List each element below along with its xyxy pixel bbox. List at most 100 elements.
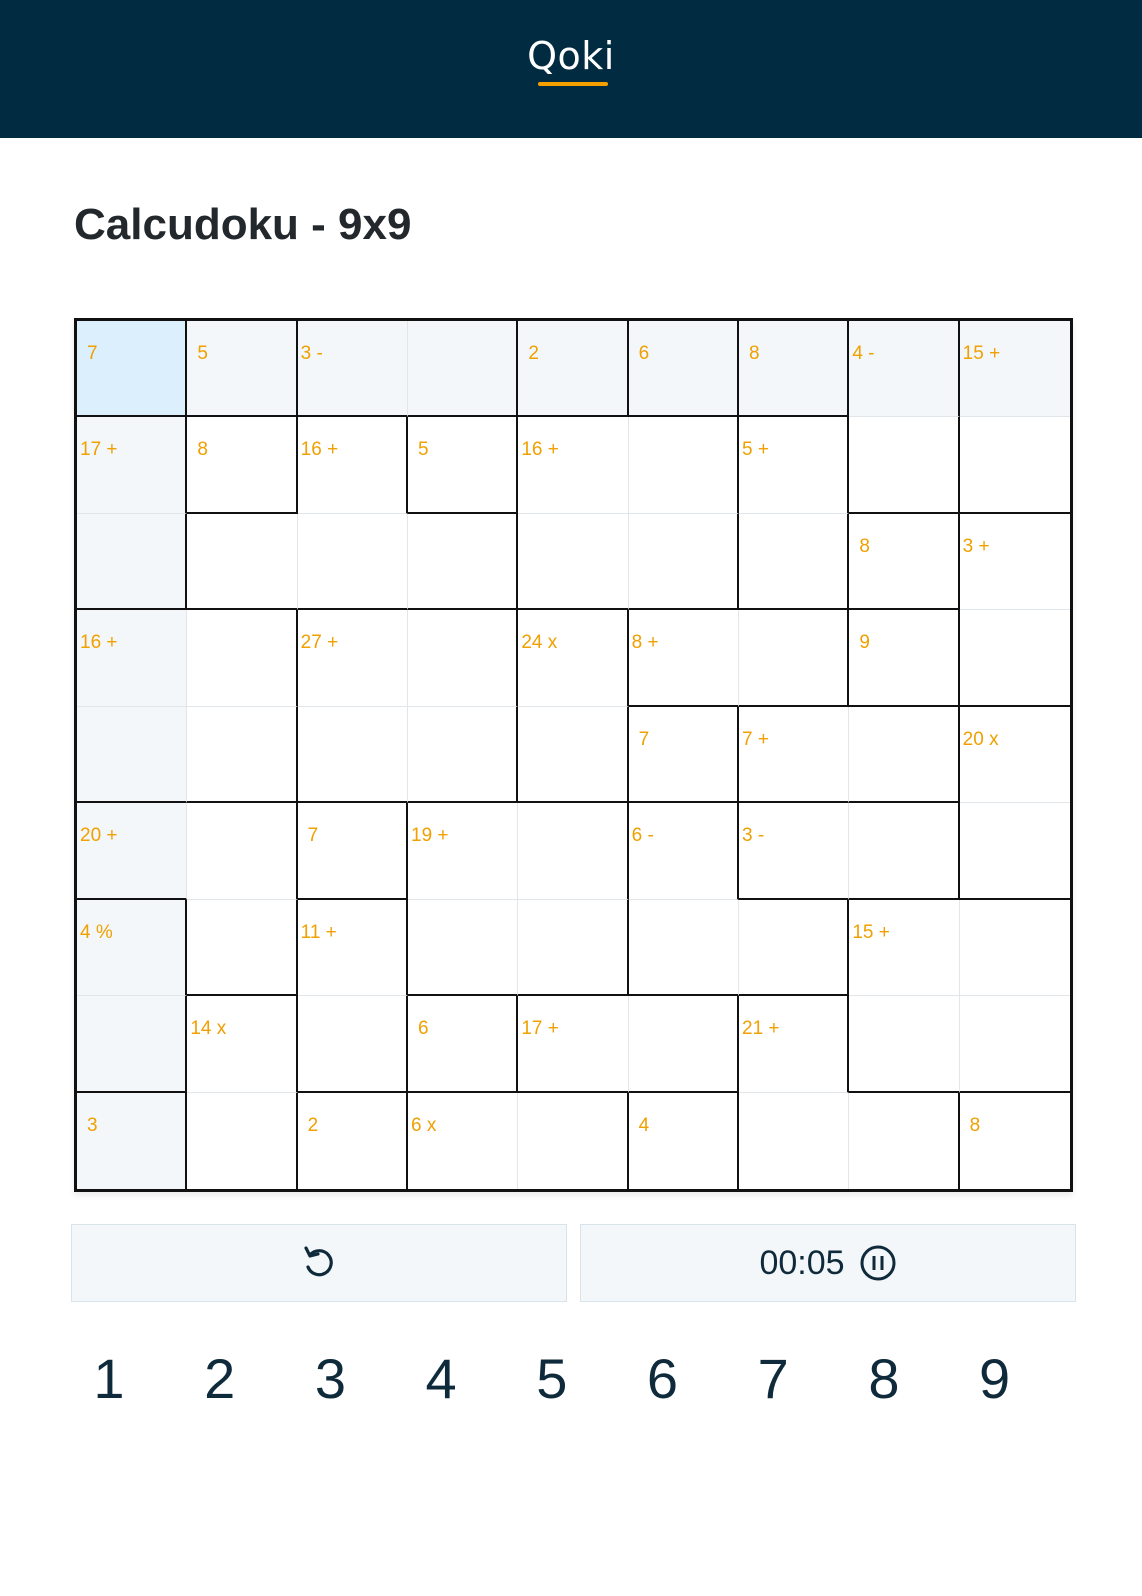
grid-cell[interactable]: 16 +	[77, 610, 188, 707]
number-key-2[interactable]: 2	[175, 1346, 265, 1411]
grid-cell[interactable]: 20 +	[77, 803, 188, 900]
grid-cell[interactable]: 5	[408, 417, 519, 514]
grid-cell[interactable]: 15 +	[959, 321, 1070, 418]
grid-cell[interactable]	[297, 513, 408, 611]
grid-cell[interactable]: 5	[187, 321, 298, 418]
grid-cell[interactable]	[77, 706, 188, 804]
grid-cell[interactable]: 7	[628, 706, 739, 804]
grid-cell[interactable]	[187, 899, 298, 997]
grid-cell[interactable]: 16 +	[297, 417, 408, 514]
grid-cell[interactable]: 8	[739, 321, 850, 418]
grid-cell[interactable]	[518, 803, 629, 900]
grid-cell[interactable]	[408, 706, 519, 804]
grid-cell[interactable]	[187, 706, 298, 804]
grid-cell[interactable]: 4	[628, 1092, 739, 1189]
number-pad: 123456789	[64, 1346, 1078, 1416]
grid-cell[interactable]	[187, 1092, 298, 1189]
grid-cell[interactable]	[739, 899, 850, 997]
grid-cell[interactable]: 7 +	[739, 706, 850, 804]
grid-cell[interactable]: 17 +	[518, 996, 629, 1093]
grid-cell[interactable]: 5 +	[739, 417, 850, 514]
grid-cell[interactable]	[959, 610, 1070, 707]
grid-cell[interactable]	[408, 899, 519, 997]
cage-label: 3	[87, 1114, 98, 1136]
grid-cell[interactable]	[849, 803, 960, 900]
grid-cell[interactable]: 4 %	[77, 899, 188, 997]
top-bar: Qoki	[0, 0, 1142, 138]
grid-cell[interactable]	[739, 513, 850, 611]
grid-cell[interactable]	[408, 513, 519, 611]
cage-label: 11 +	[300, 921, 337, 943]
number-key-9[interactable]: 9	[950, 1346, 1040, 1411]
grid-cell[interactable]	[959, 996, 1070, 1093]
grid-cell[interactable]	[518, 1092, 629, 1189]
grid-cell[interactable]	[297, 996, 408, 1093]
grid-cell[interactable]	[187, 610, 298, 707]
grid-cell[interactable]: 15 +	[849, 899, 960, 997]
number-key-6[interactable]: 6	[618, 1346, 708, 1411]
grid-cell[interactable]: 20 x	[959, 706, 1070, 804]
number-key-1[interactable]: 1	[64, 1346, 154, 1411]
grid-cell[interactable]	[518, 706, 629, 804]
grid-cell[interactable]: 27 +	[297, 610, 408, 707]
number-key-7[interactable]: 7	[728, 1346, 818, 1411]
grid-cell[interactable]: 8	[959, 1092, 1070, 1189]
grid-cell[interactable]: 17 +	[77, 417, 188, 514]
grid-cell[interactable]	[959, 899, 1070, 997]
grid-cell[interactable]	[959, 803, 1070, 900]
grid-cell[interactable]	[628, 996, 739, 1093]
pause-circle-icon	[860, 1245, 896, 1281]
grid-cell[interactable]: 16 +	[518, 417, 629, 514]
grid-cell[interactable]: 3 -	[297, 321, 408, 418]
number-key-4[interactable]: 4	[396, 1346, 486, 1411]
number-key-5[interactable]: 5	[507, 1346, 597, 1411]
reset-button[interactable]	[71, 1224, 567, 1302]
grid-cell[interactable]	[849, 996, 960, 1093]
grid-cell[interactable]: 6	[408, 996, 519, 1093]
grid-cell[interactable]: 7	[77, 321, 188, 418]
grid-cell[interactable]	[518, 513, 629, 611]
grid-cell[interactable]	[408, 610, 519, 707]
grid-cell[interactable]	[77, 513, 188, 611]
grid-cell[interactable]: 4 -	[849, 321, 960, 418]
grid-cell[interactable]: 14 x	[187, 996, 298, 1093]
grid-cell[interactable]: 8	[187, 417, 298, 514]
grid-cell[interactable]: 6 -	[628, 803, 739, 900]
number-key-3[interactable]: 3	[285, 1346, 375, 1411]
grid-cell[interactable]: 3 +	[959, 513, 1070, 611]
logo-underline	[538, 82, 608, 86]
grid-cell[interactable]	[739, 610, 850, 707]
grid-cell[interactable]	[628, 417, 739, 514]
grid-cell[interactable]	[628, 899, 739, 997]
grid-cell[interactable]: 11 +	[297, 899, 408, 997]
grid-cell[interactable]	[408, 321, 519, 418]
grid-cell[interactable]: 19 +	[408, 803, 519, 900]
grid-cell[interactable]	[628, 513, 739, 611]
grid-cell[interactable]: 6 x	[408, 1092, 519, 1189]
grid-cell[interactable]: 2	[297, 1092, 408, 1189]
grid-cell[interactable]	[959, 417, 1070, 514]
grid-cell[interactable]: 7	[297, 803, 408, 900]
grid-cell[interactable]	[187, 513, 298, 611]
number-key-8[interactable]: 8	[839, 1346, 929, 1411]
grid-cell[interactable]	[518, 899, 629, 997]
grid-cell[interactable]	[849, 417, 960, 514]
grid-cell[interactable]: 3	[77, 1092, 188, 1189]
grid-cell[interactable]: 3 -	[739, 803, 850, 900]
cage-label: 6 -	[631, 825, 654, 847]
logo[interactable]: Qoki	[0, 34, 1142, 78]
grid-cell[interactable]: 8	[849, 513, 960, 611]
timer-button[interactable]: 00:05	[580, 1224, 1076, 1302]
grid-cell[interactable]	[849, 1092, 960, 1189]
grid-cell[interactable]	[849, 706, 960, 804]
grid-cell[interactable]	[77, 996, 188, 1093]
grid-cell[interactable]	[297, 706, 408, 804]
grid-cell[interactable]	[187, 803, 298, 900]
grid-cell[interactable]: 24 x	[518, 610, 629, 707]
grid-cell[interactable]: 21 +	[739, 996, 850, 1093]
grid-cell[interactable]: 6	[628, 321, 739, 418]
grid-cell[interactable]: 9	[849, 610, 960, 707]
grid-cell[interactable]: 8 +	[628, 610, 739, 707]
grid-cell[interactable]: 2	[518, 321, 629, 418]
grid-cell[interactable]	[739, 1092, 850, 1189]
